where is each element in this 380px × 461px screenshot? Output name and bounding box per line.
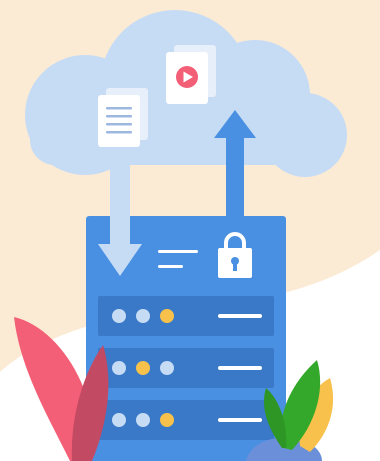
server-status-line: [158, 250, 198, 253]
indicator-dot: [160, 361, 174, 375]
indicator-dot: [136, 413, 150, 427]
row-status-line: [218, 366, 262, 370]
document-icon: [98, 88, 148, 147]
indicator-dot: [136, 309, 150, 323]
indicator-dot-accent: [136, 361, 150, 375]
indicator-dot-accent: [160, 413, 174, 427]
server-status-line: [158, 265, 183, 268]
indicator-dot-accent: [160, 309, 174, 323]
row-status-line: [218, 418, 262, 422]
video-file-icon: [166, 45, 216, 104]
server-row: [98, 348, 274, 388]
server-row: [98, 296, 274, 336]
server-rows: [98, 296, 274, 440]
indicator-dot: [112, 413, 126, 427]
indicator-dot: [112, 361, 126, 375]
indicator-dot: [112, 309, 126, 323]
server-row: [98, 400, 274, 440]
row-status-line: [218, 314, 262, 318]
cloud-server-illustration: [0, 0, 380, 461]
illustration-canvas: [0, 0, 380, 461]
